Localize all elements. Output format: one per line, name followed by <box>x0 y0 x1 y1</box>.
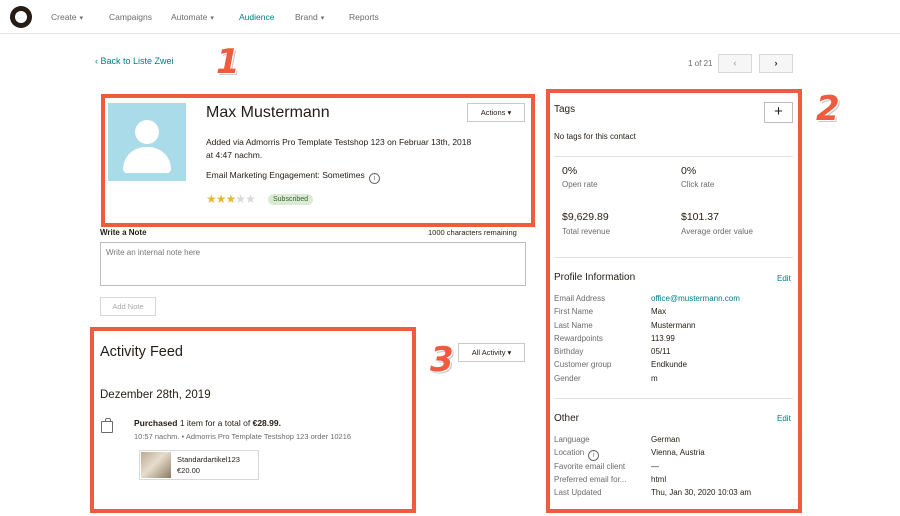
field-label-customer-group: Customer group <box>554 360 612 369</box>
other-title: Other <box>554 413 580 424</box>
product-name: Standardartikel123 <box>177 455 240 464</box>
added-via-text: Added via Admorris Pro Template Testshop… <box>206 137 472 160</box>
star-icon: ★ <box>245 192 256 206</box>
tags-title: Tags <box>554 104 576 115</box>
field-label-rewardpoints: Rewardpoints <box>554 334 603 343</box>
field-value-preferred-email: html <box>651 475 667 484</box>
field-label-location: Location i <box>554 448 600 461</box>
profile-info-title: Profile Information <box>554 272 636 283</box>
chevron-down-icon: ▾ <box>507 348 512 357</box>
back-link[interactable]: ‹ Back to Liste Zwei <box>95 56 174 66</box>
annotation-number-1: 1 <box>216 42 240 82</box>
info-icon[interactable]: i <box>588 450 600 461</box>
field-label-email: Email Address <box>554 294 606 303</box>
nav-audience[interactable]: Audience <box>239 12 274 22</box>
note-input[interactable] <box>100 242 526 286</box>
actions-button[interactable]: Actions ▾ <box>467 103 525 122</box>
field-label-last-name: Last Name <box>554 321 593 330</box>
status-badge: Subscribed <box>268 194 314 205</box>
star-icon: ★ <box>206 192 217 206</box>
field-label-email-client: Favorite email client <box>554 462 626 471</box>
top-nav: Create ▾ Campaigns Automate ▾ Audience Bra… <box>0 0 900 34</box>
field-label-preferred-email: Preferred email for... <box>554 475 627 484</box>
shopping-bag-icon <box>101 418 113 433</box>
profile-edit-link[interactable]: Edit <box>777 274 791 283</box>
field-label-birthday: Birthday <box>554 347 584 356</box>
activity-feed-title: Activity Feed <box>100 344 183 360</box>
field-label-gender: Gender <box>554 374 581 383</box>
divider <box>554 156 793 157</box>
nav-campaigns[interactable]: Campaigns <box>109 12 152 22</box>
annotation-number-3: 3 <box>430 340 454 380</box>
pager-count: 1 of 21 <box>688 59 713 68</box>
divider <box>554 398 793 399</box>
stat-open-rate-value: 0% <box>562 165 578 177</box>
star-icon: ★ <box>225 192 237 206</box>
field-value-gender: m <box>651 374 658 383</box>
note-remaining: 1000 characters remaining <box>428 228 517 237</box>
freddie-logo-icon[interactable] <box>10 6 32 28</box>
field-value-email[interactable]: office@mustermann.com <box>651 294 740 303</box>
pager-next-button[interactable]: › <box>759 54 793 73</box>
field-value-location: Vienna, Austria <box>651 448 705 457</box>
avatar <box>108 103 186 181</box>
chevron-down-icon: ▾ <box>507 108 512 117</box>
field-label-language: Language <box>554 435 590 444</box>
avatar-body <box>123 147 171 173</box>
chevron-down-icon: ▾ <box>79 15 84 22</box>
field-value-rewardpoints: 113.99 <box>651 334 675 343</box>
chevron-down-icon: ▾ <box>320 15 325 22</box>
divider <box>554 257 793 258</box>
nav-brand[interactable]: Brand ▾ <box>295 12 324 22</box>
field-label-last-updated: Last Updated <box>554 488 602 497</box>
pager-prev-button[interactable]: ‹ <box>718 54 752 73</box>
field-label-first-name: First Name <box>554 307 594 316</box>
chevron-down-icon: ▾ <box>210 15 214 22</box>
annotation-number-2: 2 <box>816 89 840 129</box>
no-tags-text: No tags for this contact <box>554 132 636 141</box>
stat-open-rate-label: Open rate <box>562 180 598 189</box>
product-price: €20.00 <box>177 466 200 475</box>
field-value-first-name: Max <box>651 307 667 316</box>
field-value-last-updated: Thu, Jan 30, 2020 10:03 am <box>651 488 752 497</box>
purchase-meta: 10:57 nachm. • Admorris Pro Template Tes… <box>134 432 352 441</box>
star-icon: ★ <box>235 192 246 206</box>
field-value-last-name: Mustermann <box>651 321 696 330</box>
nav-create[interactable]: Create ▾ <box>51 12 83 22</box>
product-card[interactable]: Standardartikel123 €20.00 <box>139 450 259 480</box>
stat-aov-label: Average order value <box>681 227 753 236</box>
stat-total-revenue-label: Total revenue <box>562 227 611 236</box>
field-value-language: German <box>651 435 680 444</box>
avatar-head <box>135 120 159 144</box>
engagement-text: Email Marketing Engagement: Sometimes i <box>206 170 380 184</box>
nav-automate[interactable]: Automate ▾ <box>171 12 214 22</box>
purchase-text: Purchased 1 item for a total of €28.99. <box>134 418 281 428</box>
stat-click-rate-value: 0% <box>681 165 697 177</box>
add-tag-button[interactable]: + <box>764 102 793 123</box>
nav-reports[interactable]: Reports <box>349 12 379 22</box>
stat-click-rate-label: Click rate <box>681 180 715 189</box>
product-image <box>141 452 171 478</box>
info-icon[interactable]: i <box>368 173 380 184</box>
member-rating: ★★★★★ <box>206 192 256 206</box>
field-value-email-client: — <box>651 462 659 471</box>
other-edit-link[interactable]: Edit <box>777 414 791 423</box>
field-value-customer-group: Endkunde <box>651 360 688 369</box>
contact-name: Max Mustermann <box>206 104 330 121</box>
stat-total-revenue-value: $9,629.89 <box>562 211 609 223</box>
stat-aov-value: $101.37 <box>681 211 719 223</box>
all-activity-dropdown[interactable]: All Activity ▾ <box>458 343 525 362</box>
note-label: Write a Note <box>100 228 147 237</box>
feed-date: Dezember 28th, 2019 <box>100 389 211 401</box>
field-value-birthday: 05/11 <box>651 347 671 356</box>
star-icon: ★ <box>215 192 227 206</box>
add-note-button[interactable]: Add Note <box>100 297 156 316</box>
